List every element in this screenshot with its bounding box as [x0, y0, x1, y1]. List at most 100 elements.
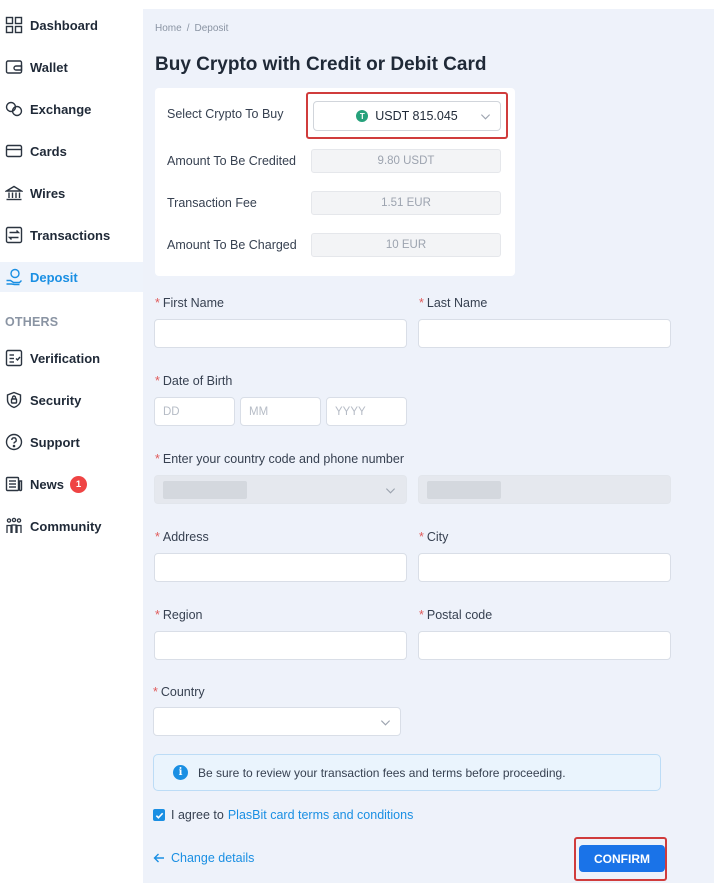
- sidebar-item-verification[interactable]: Verification: [0, 343, 143, 373]
- sidebar-item-label: Community: [30, 518, 102, 534]
- confirm-button[interactable]: CONFIRM: [579, 845, 665, 872]
- postal-label: * Postal code: [419, 608, 492, 622]
- sidebar-item-dashboard[interactable]: Dashboard: [0, 10, 143, 40]
- sidebar-item-support[interactable]: Support: [0, 427, 143, 457]
- breadcrumb-home[interactable]: Home: [155, 23, 182, 34]
- terms-checkbox[interactable]: [153, 809, 165, 821]
- required-mark: *: [155, 296, 160, 310]
- sidebar-item-label: Wallet: [30, 59, 68, 75]
- sidebar-item-deposit[interactable]: Deposit: [0, 262, 143, 292]
- main-content: Home / Deposit Buy Crypto with Credit or D…: [143, 9, 714, 883]
- verification-icon: [4, 348, 24, 368]
- credited-field: 9.80 USDT: [311, 149, 501, 173]
- region-input[interactable]: [154, 631, 407, 660]
- required-mark: *: [155, 374, 160, 388]
- required-mark: *: [419, 296, 424, 310]
- breadcrumb-separator: /: [186, 23, 190, 34]
- info-icon: i: [173, 765, 188, 780]
- address-label: * Address: [155, 530, 209, 544]
- sidebar-item-label: Cards: [30, 143, 67, 159]
- sidebar-item-news[interactable]: News 1: [0, 469, 143, 499]
- chevron-down-icon: [385, 488, 396, 494]
- last-name-label: * Last Name: [419, 296, 487, 310]
- agree-text: I agree to: [171, 808, 224, 822]
- first-name-input[interactable]: [154, 319, 407, 348]
- city-label-text: City: [426, 530, 449, 544]
- required-mark: *: [155, 452, 160, 466]
- dob-day-input[interactable]: DD: [154, 397, 235, 426]
- dob-month-input[interactable]: MM: [240, 397, 321, 426]
- breadcrumb: Home / Deposit: [155, 23, 228, 34]
- sidebar-item-label: Security: [30, 392, 82, 408]
- postal-code-input[interactable]: [418, 631, 671, 660]
- sidebar-item-wires[interactable]: Wires: [0, 178, 143, 208]
- last-name-label-text: Last Name: [426, 296, 488, 310]
- change-details-label: Change details: [171, 851, 255, 865]
- dob-label-text: Date of Birth: [162, 374, 233, 388]
- charged-label: Amount To Be Charged: [167, 238, 297, 252]
- country-code-select[interactable]: [154, 475, 407, 504]
- highlight-box: [306, 92, 508, 139]
- required-mark: *: [419, 530, 424, 544]
- bank-icon: [4, 183, 24, 203]
- check-icon: [155, 812, 163, 819]
- region-label-text: Region: [162, 608, 203, 622]
- dashboard-icon: [4, 15, 24, 35]
- card-icon: [4, 141, 24, 161]
- phone-label-text: Enter your country code and phone number: [162, 452, 405, 466]
- required-mark: *: [155, 608, 160, 622]
- charged-field: 10 EUR: [311, 233, 501, 257]
- news-badge: 1: [69, 475, 87, 493]
- sidebar-item-security[interactable]: Security: [0, 385, 143, 415]
- info-notice: i Be sure to review your transaction fee…: [153, 754, 661, 791]
- sidebar-item-label: Verification: [30, 350, 101, 366]
- select-crypto-label: Select Crypto To Buy: [167, 107, 284, 121]
- country-label: * Country: [153, 685, 205, 699]
- phone-label: * Enter your country code and phone numbe…: [155, 452, 404, 466]
- city-input[interactable]: [418, 553, 671, 582]
- sidebar-item-label: Deposit: [30, 269, 78, 285]
- sidebar-item-label: Support: [30, 434, 80, 450]
- redacted-block: [163, 481, 247, 499]
- change-details-link[interactable]: Change details: [153, 851, 254, 865]
- community-icon: [4, 516, 24, 536]
- postal-label-text: Postal code: [426, 608, 493, 622]
- last-name-input[interactable]: [418, 319, 671, 348]
- sidebar-item-label: News: [30, 476, 64, 492]
- sidebar-section-others: OTHERS: [5, 315, 59, 329]
- terms-link[interactable]: PlasBit card terms and conditions: [228, 808, 414, 822]
- redacted-block: [427, 481, 501, 499]
- address-input[interactable]: [154, 553, 407, 582]
- country-select[interactable]: [153, 707, 401, 736]
- deposit-icon: [4, 267, 24, 287]
- required-mark: *: [153, 685, 158, 699]
- first-name-label-text: First Name: [162, 296, 224, 310]
- region-label: * Region: [155, 608, 203, 622]
- required-mark: *: [419, 608, 424, 622]
- phone-input[interactable]: [418, 475, 671, 504]
- first-name-label: * First Name: [155, 296, 224, 310]
- sidebar-item-exchange[interactable]: Exchange: [0, 94, 143, 124]
- wallet-icon: [4, 57, 24, 77]
- country-label-text: Country: [160, 685, 205, 699]
- sidebar-item-community[interactable]: Community: [0, 511, 143, 541]
- sidebar-item-label: Exchange: [30, 101, 92, 117]
- arrow-left-icon: [153, 853, 164, 863]
- sidebar: Dashboard Wallet Exchange Cards Wires Tr…: [0, 0, 143, 883]
- sidebar-item-transactions[interactable]: Transactions: [0, 220, 143, 250]
- sidebar-item-label: Transactions: [30, 227, 111, 243]
- fee-field: 1.51 EUR: [311, 191, 501, 215]
- news-icon: [4, 474, 24, 494]
- credited-label: Amount To Be Credited: [167, 154, 297, 168]
- terms-agreement: I agree to PlasBit card terms and condit…: [153, 808, 413, 822]
- purchase-summary-card: Select Crypto To Buy T USDT 815.045 Amou…: [155, 88, 515, 276]
- transactions-icon: [4, 225, 24, 245]
- sidebar-item-label: Dashboard: [30, 17, 98, 33]
- dob-year-input[interactable]: YYYY: [326, 397, 407, 426]
- notice-text: Be sure to review your transaction fees …: [198, 765, 566, 780]
- sidebar-item-cards[interactable]: Cards: [0, 136, 143, 166]
- help-icon: [4, 432, 24, 452]
- lock-icon: [4, 390, 24, 410]
- sidebar-item-wallet[interactable]: Wallet: [0, 52, 143, 82]
- exchange-icon: [4, 99, 24, 119]
